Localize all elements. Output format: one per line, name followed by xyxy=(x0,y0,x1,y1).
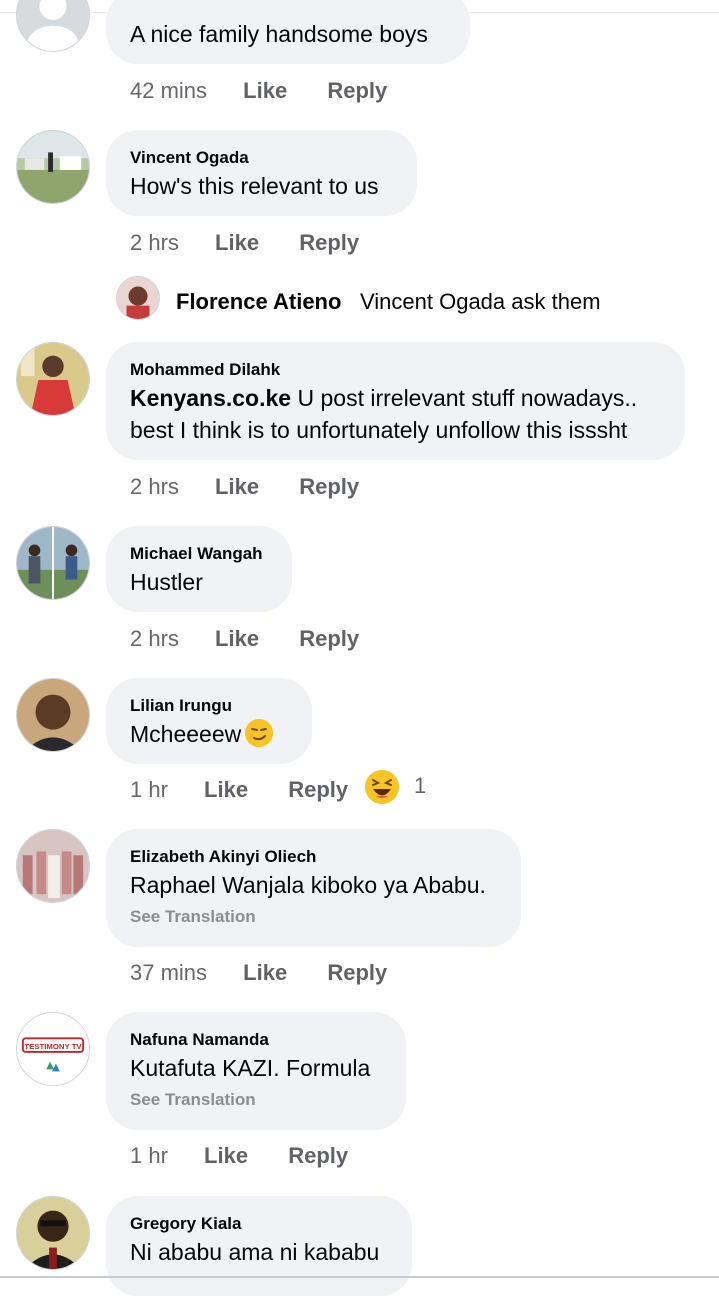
reply-button[interactable]: Reply xyxy=(288,1143,348,1168)
reply-button[interactable]: Reply xyxy=(327,78,387,103)
comment-author[interactable]: Michael Wangah xyxy=(130,544,268,564)
mention-link[interactable]: Kenyans.co.ke xyxy=(130,385,291,411)
profile-photo-icon xyxy=(117,277,159,319)
profile-photo-icon xyxy=(17,131,89,203)
comment-bubble[interactable]: Gregory Kiala Ni ababu ama ni kababu xyxy=(106,1196,412,1296)
avatar-michael-wangah[interactable] xyxy=(16,526,90,600)
like-button[interactable]: Like xyxy=(243,960,287,985)
like-button[interactable]: Like xyxy=(204,777,248,802)
like-button[interactable]: Like xyxy=(243,78,287,103)
comment-bubble[interactable]: Nafuna Namanda Kutafuta KAZI. Formula Se… xyxy=(106,1012,406,1130)
like-button[interactable]: Like xyxy=(215,626,259,651)
reply-button[interactable]: Reply xyxy=(299,474,359,499)
comment-text-line2: best I think is to unfortunately unfollo… xyxy=(130,417,628,443)
comment-bubble[interactable]: Michael Wangah Hustler xyxy=(106,526,292,612)
comment-meta: 37 mins Like Reply xyxy=(130,960,387,986)
reply-button[interactable]: Reply xyxy=(327,960,387,985)
profile-photo-icon xyxy=(17,679,89,751)
comment-text: Kutafuta KAZI. Formula xyxy=(130,1055,371,1081)
default-user-icon xyxy=(17,0,89,51)
avatar-mohammed-dilahk[interactable] xyxy=(16,342,90,416)
avatar-default[interactable] xyxy=(16,0,90,52)
comment-text: Raphael Wanjala kiboko ya Ababu. xyxy=(130,872,486,898)
comment-text: Mcheeeew xyxy=(130,718,288,750)
comment-author[interactable]: Elizabeth Akinyi Oliech xyxy=(130,847,497,867)
comment-time: 37 mins xyxy=(130,960,208,985)
reaction-count[interactable]: 1 xyxy=(414,773,426,799)
profile-photo-icon xyxy=(17,527,89,599)
comment-meta: 2 hrs Like Reply xyxy=(130,230,359,256)
reply-button[interactable]: Reply xyxy=(299,230,359,255)
comment-meta: 42 mins Like Reply xyxy=(130,78,387,104)
comment-author[interactable]: Mohammed Dilahk xyxy=(130,360,661,380)
testimony-tv-logo-icon: TESTIMONY TV xyxy=(17,1013,89,1085)
profile-photo-icon xyxy=(17,1197,89,1269)
bottom-divider xyxy=(0,1276,719,1278)
avatar-vincent-ogada[interactable] xyxy=(16,130,90,204)
profile-photo-icon xyxy=(17,830,89,902)
smirk-emoji-icon xyxy=(245,719,274,747)
comment-text-part: U post irrelevant stuff nowadays.. xyxy=(291,385,638,411)
comment-bubble[interactable]: A nice family handsome boys xyxy=(106,0,470,64)
comment-bubble[interactable]: Elizabeth Akinyi Oliech Raphael Wanjala … xyxy=(106,829,521,947)
reply-button[interactable]: Reply xyxy=(288,777,348,802)
avatar-elizabeth-akinyi-oliech[interactable] xyxy=(16,829,90,903)
comment-meta: 1 hr Like Reply xyxy=(130,1143,348,1169)
comment-text: Hustler xyxy=(130,569,203,595)
comment-bubble[interactable]: Vincent Ogada How's this relevant to us xyxy=(106,130,417,216)
comment-text-part: Mcheeeew xyxy=(130,721,242,747)
comment-text: Ni ababu ama ni kababu xyxy=(130,1239,380,1265)
logo-text: TESTIMONY TV xyxy=(24,1042,82,1051)
comment-time: 42 mins xyxy=(130,78,208,103)
reply-button[interactable]: Reply xyxy=(299,626,359,651)
comment-meta: 1 hr Like Reply xyxy=(130,777,348,803)
like-button[interactable]: Like xyxy=(204,1143,248,1168)
comment-author[interactable]: Gregory Kiala xyxy=(130,1214,388,1234)
comment-time: 1 hr xyxy=(130,1143,168,1168)
comment-text: Kenyans.co.ke U post irrelevant stuff no… xyxy=(130,382,661,414)
comment-bubble[interactable]: Lilian Irungu Mcheeeew xyxy=(106,678,312,764)
comment-author[interactable]: Vincent Ogada xyxy=(130,148,393,168)
laughing-emoji-icon[interactable] xyxy=(365,770,399,804)
reply-author[interactable]: Florence Atieno xyxy=(176,289,341,315)
comment-author[interactable]: Nafuna Namanda xyxy=(130,1030,382,1050)
comment-time: 2 hrs xyxy=(130,626,179,651)
like-button[interactable]: Like xyxy=(215,474,259,499)
profile-photo-icon xyxy=(17,343,89,415)
comment-time: 2 hrs xyxy=(130,474,179,499)
comment-time: 2 hrs xyxy=(130,230,179,255)
comment-text: How's this relevant to us xyxy=(130,173,379,199)
comment-bubble[interactable]: Mohammed Dilahk Kenyans.co.ke U post irr… xyxy=(106,342,685,460)
like-button[interactable]: Like xyxy=(215,230,259,255)
reply-text: Vincent Ogada ask them xyxy=(360,289,601,314)
comment-meta: 2 hrs Like Reply xyxy=(130,474,359,500)
see-translation-link[interactable]: See Translation xyxy=(130,907,497,927)
see-translation-link[interactable]: See Translation xyxy=(130,1090,382,1110)
comment-time: 1 hr xyxy=(130,777,168,802)
avatar-lilian-irungu[interactable] xyxy=(16,678,90,752)
comment-author[interactable]: Lilian Irungu xyxy=(130,696,288,716)
avatar-gregory-kiala[interactable] xyxy=(16,1196,90,1270)
avatar-florence-atieno[interactable] xyxy=(116,276,160,320)
comment-text: A nice family handsome boys xyxy=(130,21,428,47)
comment-meta: 2 hrs Like Reply xyxy=(130,626,359,652)
avatar-nafuna-namanda[interactable]: TESTIMONY TV xyxy=(16,1012,90,1086)
